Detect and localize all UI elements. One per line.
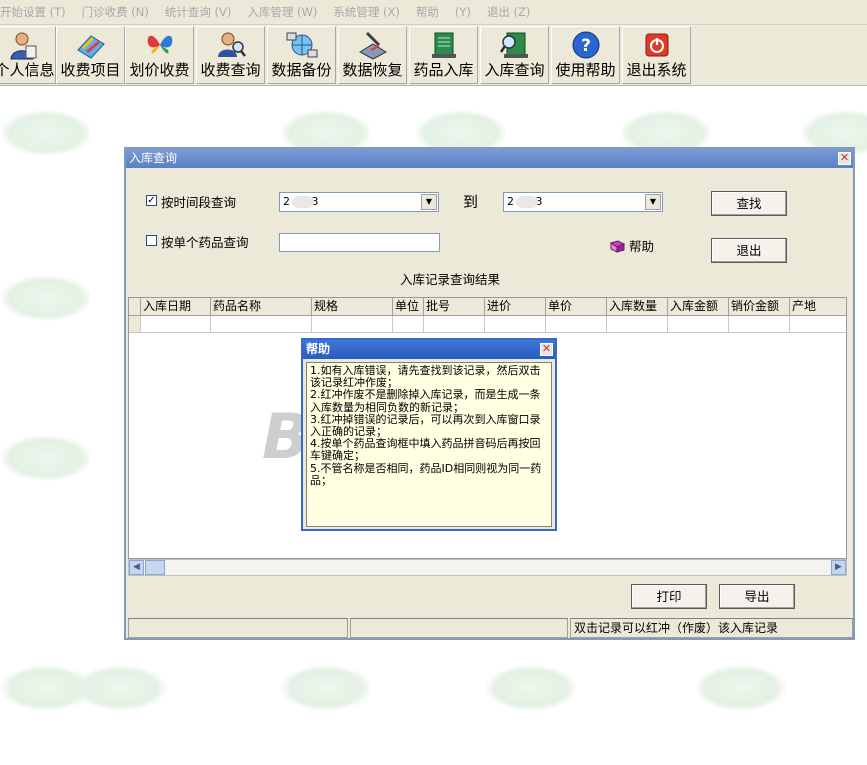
- results-caption: 入库记录查询结果: [400, 272, 501, 287]
- column-header[interactable]: 批号: [424, 298, 485, 316]
- column-header[interactable]: 产地: [790, 298, 846, 316]
- toolbar-stock-in-query-button[interactable]: 入库查询: [480, 26, 549, 84]
- book-icon: [609, 240, 626, 253]
- menu-help-shortcut[interactable]: (Y): [447, 5, 479, 19]
- book-search-icon: [499, 32, 528, 58]
- column-header[interactable]: 进价: [485, 298, 546, 316]
- date-to-select[interactable]: 2 8-23 ▼: [503, 192, 663, 212]
- find-button[interactable]: 查找: [711, 191, 787, 216]
- toolbar-fee-items-button[interactable]: 收费项目: [56, 26, 125, 84]
- menu-outpatient-charge[interactable]: 门诊收费 (N): [74, 4, 157, 20]
- menu-bar: 开始设置 (T) 门诊收费 (N) 统计查询 (V) 入库管理 (W) 系统管理…: [0, 0, 867, 25]
- help-line: 5.不管名称是否相同，药品ID相同则视为同一药品；: [310, 461, 542, 487]
- column-header[interactable]: 入库金额: [668, 298, 729, 316]
- question-icon: ?: [572, 31, 599, 59]
- toolbar-data-restore-button[interactable]: 数据恢复: [338, 26, 407, 84]
- help-line: 3.红冲掉错误的记录后，可以再次到入库窗口录入正确的记录；: [310, 412, 541, 439]
- column-header[interactable]: 单价: [546, 298, 607, 316]
- window-close-icon[interactable]: ✕: [838, 152, 851, 165]
- help-text: 1.如有入库错误，请先查找到该记录，然后双击该记录红冲作废； 2.红冲作废不是删…: [306, 362, 552, 527]
- toolbar-personal-info-button[interactable]: 个人信息: [0, 26, 56, 84]
- toolbar-label: 划价收费: [129, 61, 190, 79]
- by-drug-checkbox[interactable]: [146, 235, 157, 246]
- menu-system-management[interactable]: 系统管理 (X): [325, 4, 408, 20]
- svg-text:?: ?: [581, 36, 591, 56]
- toolbar-label: 收费项目: [60, 61, 121, 79]
- column-header[interactable]: 入库数量: [607, 298, 668, 316]
- by-time-checkbox[interactable]: ✓: [146, 195, 157, 206]
- toolbar-pricing-charge-button[interactable]: 划价收费: [125, 26, 194, 84]
- scroll-thumb[interactable]: [145, 560, 165, 575]
- magnifier-user-icon: [217, 32, 246, 57]
- butterfly-icon: [147, 35, 172, 54]
- toolbar-label: 数据恢复: [342, 61, 403, 79]
- column-header[interactable]: 单位: [393, 298, 424, 316]
- toolbar: 个人信息 收费项目 划价收费 收费查询 数据备份 数据恢复 药品入库 入库查询 …: [0, 25, 867, 86]
- toolbar-drug-stock-in-button[interactable]: 药品入库: [409, 26, 478, 84]
- help-line: 4.按单个药品查询框中填入药品拼音码后再按回车键确定；: [310, 437, 541, 463]
- help-line: 2.红冲作废不是删除掉入库记录，而是生成一条入库数量为相同负数的新记录；: [310, 388, 541, 414]
- column-header[interactable]: 入库日期: [141, 298, 211, 316]
- column-header[interactable]: 药品名称: [211, 298, 312, 316]
- window-title: 入库查询: [126, 149, 853, 168]
- chevron-down-icon[interactable]: ▼: [645, 194, 661, 210]
- exit-button[interactable]: 退出: [711, 238, 787, 263]
- column-header[interactable]: 规格: [312, 298, 393, 316]
- person-icon: [9, 32, 36, 60]
- column-header[interactable]: 销价金额: [729, 298, 790, 316]
- notebook-icon: [76, 35, 105, 59]
- menu-stock-in-management[interactable]: 入库管理 (W): [239, 4, 325, 20]
- toolbar-label: 入库查询: [484, 61, 545, 79]
- print-button[interactable]: 打印: [631, 584, 707, 609]
- toolbar-label: 退出系统: [626, 61, 687, 79]
- help-dialog-title: 帮助: [303, 340, 555, 359]
- menu-start-settings[interactable]: 开始设置 (T): [0, 4, 74, 20]
- help-close-icon[interactable]: ✕: [540, 343, 553, 356]
- drug-query-input[interactable]: [279, 233, 440, 252]
- horizontal-scrollbar[interactable]: ◀ ▶: [128, 559, 847, 576]
- by-drug-label: 按单个药品查询: [161, 235, 249, 250]
- network-backup-icon: [286, 32, 317, 58]
- status-hint: 双击记录可以红冲（作废）该入库记录: [570, 618, 853, 638]
- toolbar-charge-query-button[interactable]: 收费查询: [196, 26, 265, 84]
- menu-help[interactable]: 帮助: [408, 4, 447, 20]
- help-link[interactable]: 帮助: [609, 236, 654, 255]
- restore-icon: [358, 31, 387, 60]
- status-bar: 双击记录可以红冲（作废）该入库记录: [128, 618, 853, 638]
- chevron-down-icon[interactable]: ▼: [421, 194, 437, 210]
- help-link-label: 帮助: [628, 239, 654, 254]
- toolbar-label: 收费查询: [200, 61, 261, 79]
- scroll-right-icon[interactable]: ▶: [831, 560, 846, 575]
- to-label: 到: [463, 193, 479, 211]
- scroll-left-icon[interactable]: ◀: [129, 560, 144, 575]
- power-icon: [645, 33, 668, 57]
- toolbar-label: 药品入库: [413, 61, 474, 79]
- help-line: 1.如有入库错误，请先查找到该记录，然后双击该记录红冲作废；: [310, 364, 541, 390]
- help-dialog: 帮助 ✕ 1.如有入库错误，请先查找到该记录，然后双击该记录红冲作废； 2.红冲…: [301, 338, 557, 531]
- toolbar-label: 使用帮助: [555, 61, 616, 79]
- menu-statistics-query[interactable]: 统计查询 (V): [157, 4, 240, 20]
- toolbar-data-backup-button[interactable]: 数据备份: [267, 26, 336, 84]
- toolbar-help-button[interactable]: ? 使用帮助: [551, 26, 620, 84]
- by-time-label: 按时间段查询: [161, 195, 237, 210]
- date-from-select[interactable]: 2 8-23 ▼: [279, 192, 439, 212]
- table-row[interactable]: [129, 316, 846, 333]
- toolbar-exit-system-button[interactable]: 退出系统: [622, 26, 691, 84]
- book-stack-icon: [431, 32, 456, 58]
- menu-exit[interactable]: 退出 (Z): [479, 4, 539, 20]
- toolbar-label: 个人信息: [0, 61, 55, 79]
- table-header: 入库日期 药品名称 规格 单位 批号 进价 单价 入库数量 入库金额 销价金额 …: [129, 298, 846, 316]
- export-button[interactable]: 导出: [719, 584, 795, 609]
- toolbar-label: 数据备份: [271, 61, 332, 79]
